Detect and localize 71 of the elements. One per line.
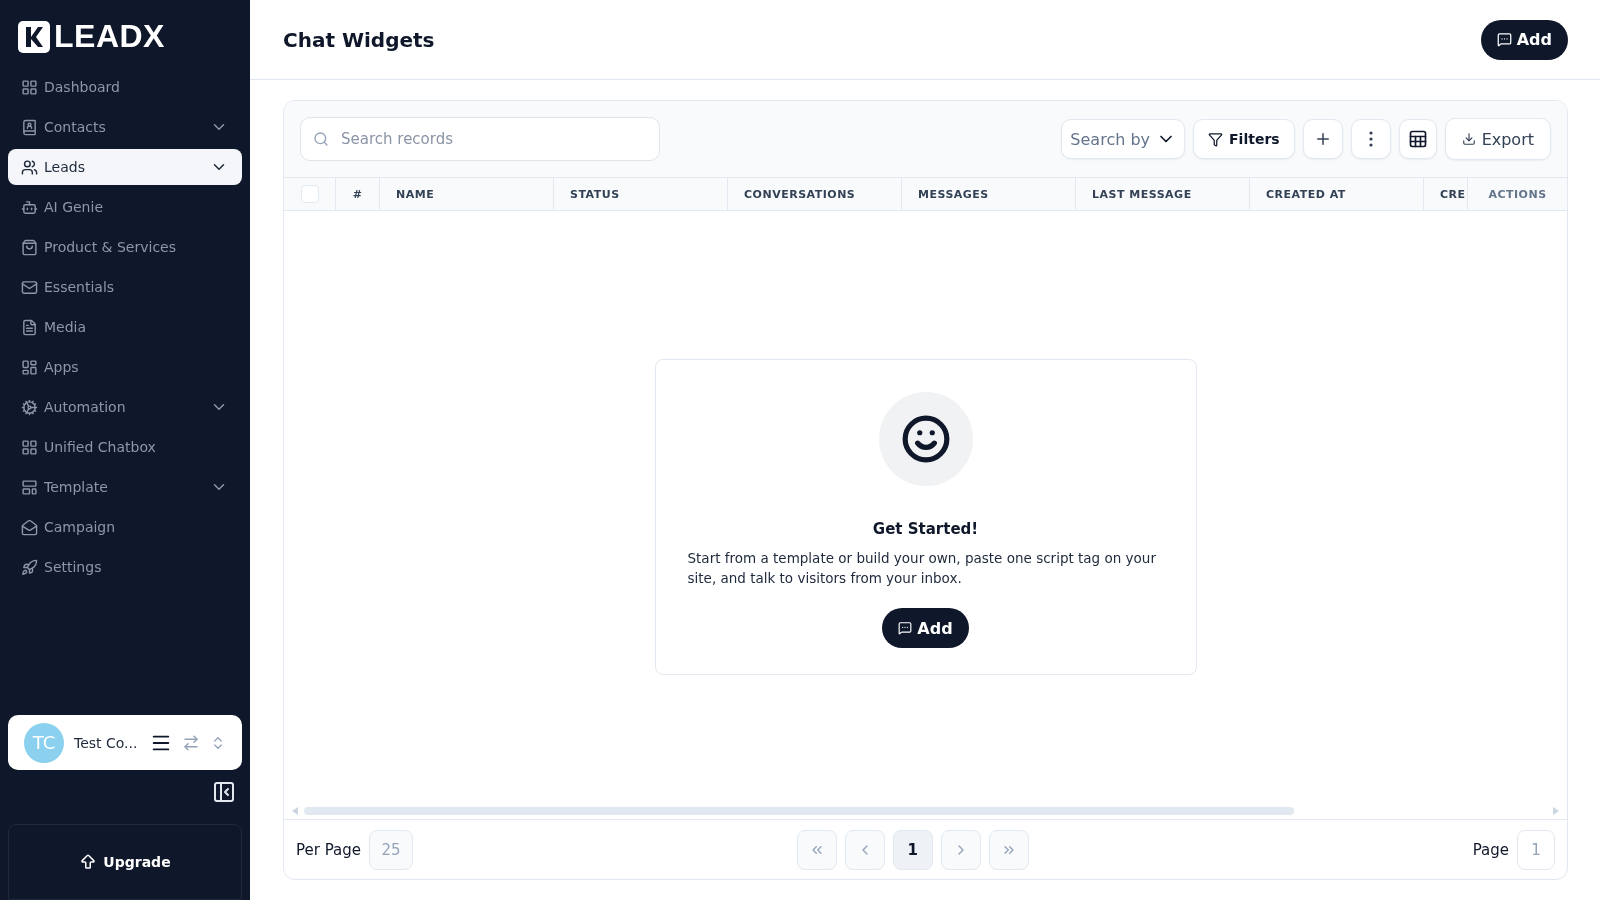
contact-book-icon [21, 118, 38, 136]
grid-icon [21, 438, 38, 456]
empty-description: Start from a template or build your own, paste one script tag on your site, and talk to visitors from your inbox. [687, 549, 1157, 588]
export-button[interactable]: Export [1444, 118, 1551, 160]
nav-item[interactable]: Unified Chatbox [8, 429, 242, 465]
grid-icon [21, 78, 38, 96]
page-title: Chat Widgets [283, 27, 435, 52]
nav-item[interactable]: Contacts [8, 109, 242, 145]
gear-icon [21, 398, 38, 416]
column-header: CONVERSATIONS [728, 178, 902, 210]
rocket-icon [21, 558, 38, 576]
bag-icon [21, 238, 38, 256]
add-button[interactable]: Add [882, 608, 969, 648]
column-header: STATUS [554, 178, 728, 210]
template-icon [21, 478, 38, 496]
chat-icon [898, 621, 913, 635]
nav-item[interactable]: Essentials [8, 269, 242, 305]
column-header: CREATED AT [1250, 178, 1424, 210]
account-name: Test Co... [74, 734, 139, 751]
grid-icon [21, 358, 38, 376]
column-header: MESSAGES [902, 178, 1076, 210]
switch-icon[interactable] [182, 733, 200, 752]
nav-item[interactable]: Dashboard [8, 69, 242, 105]
column-header: LAST MESSAGE [1076, 178, 1250, 210]
logo-icon [18, 20, 50, 53]
more-icon [1368, 131, 1373, 147]
nav-item[interactable]: Automation [8, 389, 242, 425]
upgrade-button[interactable]: Upgrade [8, 824, 242, 900]
search-field[interactable]: Search records [300, 117, 660, 161]
brand-name: LEADX [54, 18, 165, 55]
previous-page-button[interactable] [844, 829, 885, 870]
document-icon [21, 318, 38, 336]
nav-item[interactable]: Template [8, 469, 242, 505]
column-header: # [336, 178, 380, 210]
nav-item[interactable]: Settings [8, 549, 242, 585]
arrow-up-icon [79, 853, 98, 871]
column-header: NAME [380, 178, 554, 210]
users-icon [21, 158, 38, 176]
nav-item[interactable]: AI Genie [8, 189, 242, 225]
search-icon [313, 131, 329, 147]
nav-item[interactable]: Leads [8, 149, 242, 185]
scroll-left-icon[interactable] [292, 807, 298, 815]
collapse-sidebar-icon[interactable] [212, 780, 236, 804]
next-page-button[interactable] [940, 829, 981, 870]
last-page-button[interactable] [988, 829, 1029, 870]
chat-icon [1496, 32, 1512, 47]
more-button[interactable] [1350, 119, 1391, 159]
add-column-button[interactable] [1302, 119, 1343, 159]
nav-item[interactable]: Campaign [8, 509, 242, 545]
empty-title: Get Started! [872, 520, 979, 538]
filters-button[interactable]: Filters [1193, 119, 1295, 159]
envelope-icon [21, 518, 38, 536]
table-icon [1407, 129, 1428, 149]
first-page-button[interactable] [796, 829, 837, 870]
account-card[interactable]: TC Test Co... [8, 715, 242, 770]
page-label: Page [1472, 840, 1509, 859]
robot-icon [21, 198, 38, 216]
avatar: TC [24, 722, 64, 763]
mail-icon [21, 278, 38, 296]
per-page-label: Per Page [296, 840, 361, 859]
page-button[interactable]: 1 [892, 829, 933, 870]
select-all-checkbox[interactable] [300, 185, 319, 203]
filter-icon [1208, 131, 1224, 147]
nav-item[interactable]: Media [8, 309, 242, 345]
scroll-right-icon[interactable] [1553, 807, 1559, 815]
download-icon [1461, 132, 1476, 146]
nav-item[interactable]: Apps [8, 349, 242, 385]
table-settings-button[interactable] [1398, 119, 1437, 159]
search-by-dropdown[interactable]: Search by [1061, 119, 1186, 159]
nav-item[interactable]: Product & Services [8, 229, 242, 265]
add-button[interactable]: Add [1480, 19, 1568, 60]
